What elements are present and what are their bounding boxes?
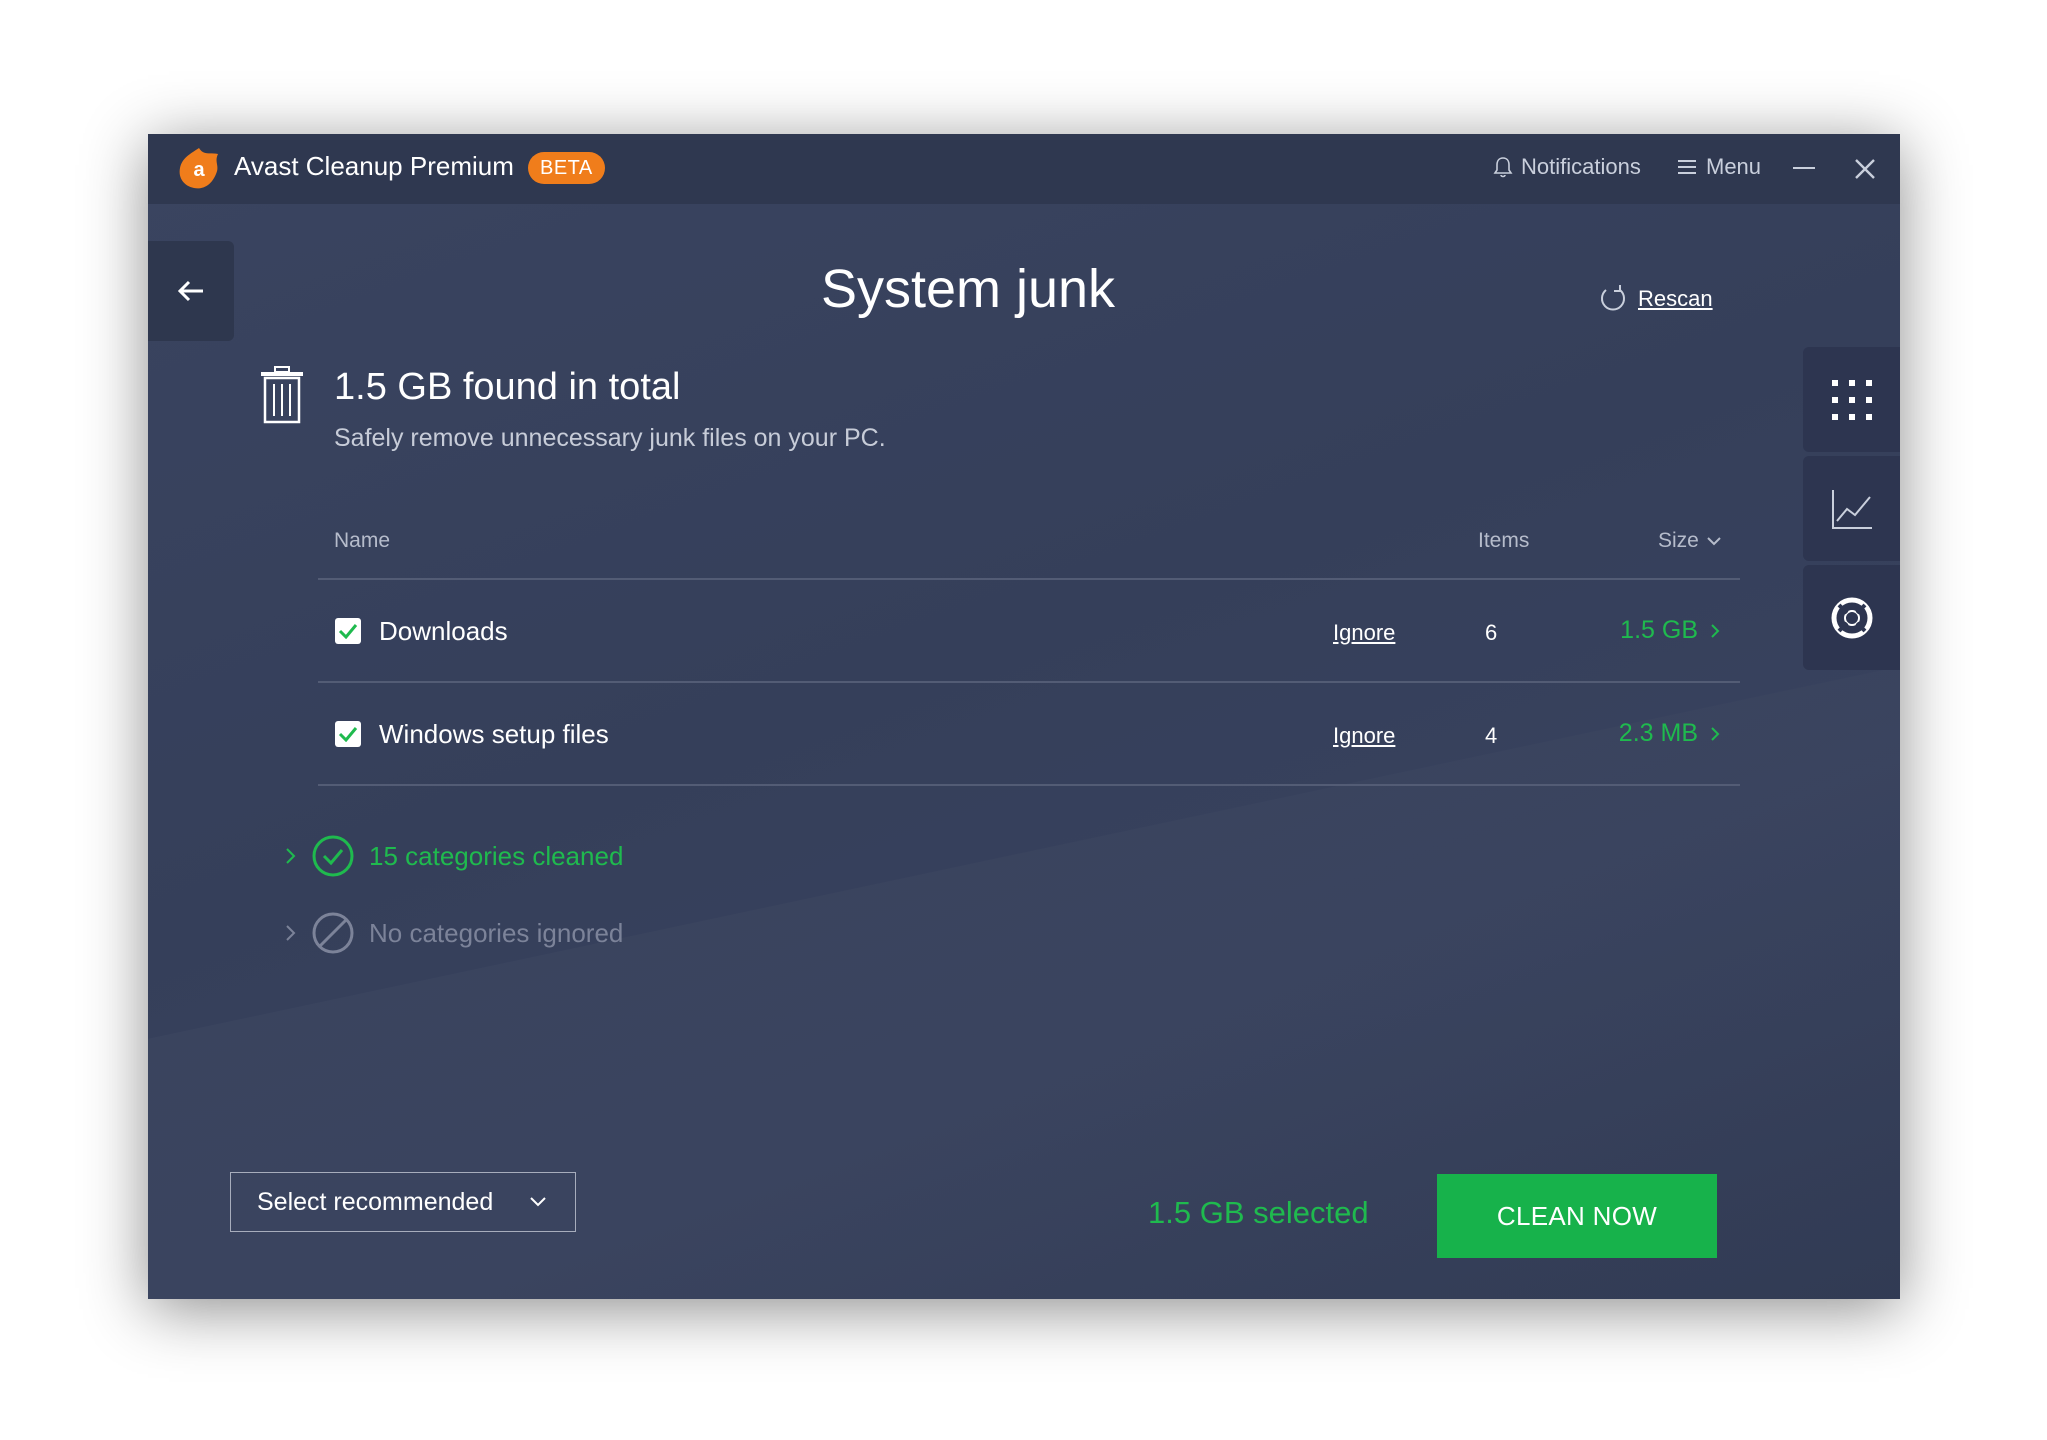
row-size: 2.3 MB xyxy=(1618,719,1698,747)
chevron-down-icon xyxy=(1707,537,1721,546)
ignore-link[interactable]: Ignore xyxy=(1333,620,1395,646)
row-items-count: 4 xyxy=(1485,723,1498,748)
categories-ignored-toggle[interactable]: No categories ignored xyxy=(285,911,623,955)
svg-text:a: a xyxy=(193,159,205,181)
chevron-right-icon xyxy=(286,848,296,864)
categories-cleaned-toggle[interactable]: 15 categories cleaned xyxy=(285,834,623,878)
trash-icon xyxy=(261,366,303,424)
chevron-right-icon xyxy=(286,925,296,941)
performance-chart-button[interactable] xyxy=(1803,456,1900,561)
select-recommended-label: Select recommended xyxy=(257,1187,494,1216)
apps-grid-icon xyxy=(1831,379,1872,420)
refresh-icon xyxy=(1601,285,1625,311)
table-row: Downloads Ignore 6 1.5 GB xyxy=(318,580,1740,682)
selected-amount: 1.5 GB selected xyxy=(1148,1195,1369,1230)
row-items-count: 6 xyxy=(1485,620,1498,645)
page-title: System junk xyxy=(820,259,1116,319)
row-size-link[interactable]: 2.3 MB xyxy=(1619,719,1720,748)
support-icon xyxy=(1831,597,1872,638)
check-icon xyxy=(338,624,358,639)
row-name: Windows setup files xyxy=(379,719,609,749)
notifications-button[interactable]: Notifications xyxy=(1493,154,1641,180)
table-row: Windows setup files Ignore 4 2.3 MB xyxy=(318,683,1740,785)
row-checkbox[interactable] xyxy=(335,618,361,644)
side-rail xyxy=(1803,347,1900,674)
bell-icon xyxy=(1493,157,1513,178)
close-icon[interactable] xyxy=(1848,152,1882,186)
support-button[interactable] xyxy=(1803,565,1900,670)
column-header-items: Items xyxy=(1478,529,1530,552)
chevron-right-icon xyxy=(1711,726,1720,741)
rescan-link[interactable]: Rescan xyxy=(1598,284,1713,314)
row-size-link[interactable]: 1.5 GB xyxy=(1620,616,1720,645)
app-title: Avast Cleanup Premium xyxy=(234,151,514,181)
row-checkbox[interactable] xyxy=(335,721,361,747)
rescan-label: Rescan xyxy=(1638,286,1713,311)
row-divider xyxy=(318,784,1740,786)
ignore-link[interactable]: Ignore xyxy=(1333,723,1395,749)
hamburger-icon xyxy=(1678,160,1696,174)
categories-ignored-label: No categories ignored xyxy=(369,917,624,948)
app-window: a Avast Cleanup Premium BETA Notificatio… xyxy=(148,134,1900,1299)
column-header-name: Name xyxy=(334,529,391,552)
categories-cleaned-label: 15 categories cleaned xyxy=(369,840,624,871)
notifications-label: Notifications xyxy=(1521,154,1641,179)
summary-subtitle: Safely remove unnecessary junk files on … xyxy=(334,424,886,452)
chart-icon xyxy=(1831,489,1872,529)
row-name: Downloads xyxy=(379,616,508,646)
apps-button[interactable] xyxy=(1803,347,1900,452)
avast-logo-icon: a xyxy=(179,148,218,189)
column-header-size[interactable]: Size xyxy=(1658,529,1721,553)
circle-slash-icon xyxy=(312,912,354,954)
chevron-down-icon xyxy=(530,1197,546,1207)
title-bar: a Avast Cleanup Premium BETA Notificatio… xyxy=(148,134,1900,204)
circle-check-icon xyxy=(312,835,354,877)
check-icon xyxy=(338,727,358,742)
column-header-size-label: Size xyxy=(1658,529,1699,552)
row-size: 1.5 GB xyxy=(1620,616,1698,644)
chevron-right-icon xyxy=(1711,623,1720,638)
total-found: 1.5 GB found in total xyxy=(334,366,681,408)
menu-button[interactable]: Menu xyxy=(1678,154,1761,180)
select-recommended-dropdown[interactable]: Select recommended xyxy=(230,1172,576,1232)
clean-now-button[interactable]: CLEAN NOW xyxy=(1437,1174,1717,1258)
menu-label: Menu xyxy=(1706,154,1762,179)
minimize-icon[interactable] xyxy=(1793,167,1815,169)
beta-badge: BETA xyxy=(528,152,605,184)
